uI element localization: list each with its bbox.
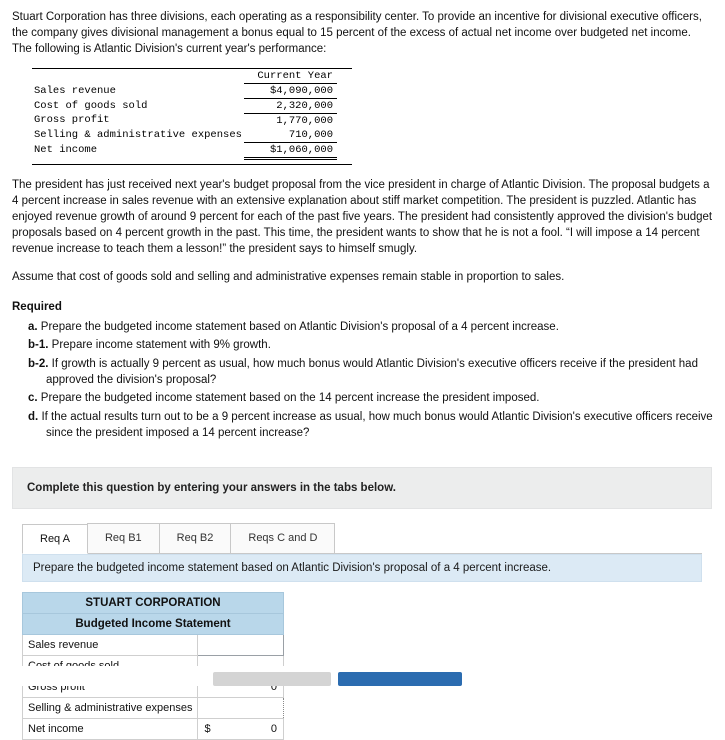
row-label-sales-revenue: Sales revenue <box>21 634 199 657</box>
table-row: Sales revenue $4,090,000 <box>32 83 337 98</box>
body-paragraph-2: The president has just received next yea… <box>12 178 713 255</box>
current-year-performance-table: Current Year Sales revenue $4,090,000 Co… <box>32 67 352 165</box>
current-year-table: Current Year Sales revenue $4,090,000 Co… <box>32 68 337 160</box>
required-item: c. Prepare the budgeted income statement… <box>12 390 713 406</box>
value-net-income: $ 0 <box>197 718 284 740</box>
tab-req-b2[interactable]: Req B2 <box>158 523 232 554</box>
row-value: 1,770,000 <box>243 112 337 128</box>
intro-paragraph: Stuart Corporation has three divisions, … <box>12 11 702 55</box>
tab-caption: Prepare the budgeted income statement ba… <box>22 554 702 583</box>
required-item: b-1. Prepare income statement with 9% gr… <box>12 337 713 353</box>
table-row: Net income $1,060,000 <box>32 141 337 160</box>
required-heading: Required <box>12 301 62 314</box>
header-spacer <box>32 69 244 84</box>
widget-banner: Complete this question by entering your … <box>12 467 712 510</box>
cell-value: 0 <box>270 723 277 736</box>
required-item: b-2. If growth is actually 9 percent as … <box>12 356 713 389</box>
statement-title-row: STUART CORPORATION <box>22 592 284 615</box>
input-selling-admin-expenses[interactable] <box>197 697 284 720</box>
table-row: Cost of goods sold 2,320,000 <box>32 97 337 114</box>
currency-symbol: $ <box>204 723 211 736</box>
question-widget: Complete this question by entering your … <box>12 467 712 740</box>
row-label-selling-admin-expenses: Selling & administrative expenses <box>21 697 199 720</box>
row-label-net-income: Net income <box>21 718 199 740</box>
required-item-marker: b-2. <box>28 357 49 370</box>
table-bottom-rule <box>32 163 352 165</box>
input-sales-revenue[interactable] <box>197 634 284 657</box>
statement-subtitle: Budgeted Income Statement <box>22 613 284 636</box>
required-item-text: If the actual results turn out to be a 9… <box>41 410 713 440</box>
table-row: Selling & administrative expenses <box>21 697 284 720</box>
statement-subtitle-row: Budgeted Income Statement <box>22 613 284 636</box>
footer-bar <box>0 666 725 686</box>
row-label: Gross profit <box>34 114 110 127</box>
tab-bar: Req A Req B1 Req B2 Reqs C and D <box>22 523 702 555</box>
table-row: Gross profit 1,770,000 <box>32 112 337 128</box>
current-year-header: Current Year <box>243 68 337 84</box>
required-item-marker: a. <box>28 321 38 334</box>
body-paragraph-3: Assume that cost of goods sold and selli… <box>12 271 565 284</box>
statement-title: STUART CORPORATION <box>22 592 284 615</box>
page-content: Stuart Corporation has three divisions, … <box>0 0 725 740</box>
row-label: Sales revenue <box>34 84 116 97</box>
required-item-marker: d. <box>28 410 39 423</box>
table-row: Selling & administrative expenses 710,00… <box>32 128 337 143</box>
required-item: a. Prepare the budgeted income statement… <box>12 319 713 335</box>
next-button[interactable] <box>338 672 462 686</box>
table-row: Net income $ 0 <box>21 718 284 740</box>
table-header-row: Current Year <box>32 68 337 84</box>
row-label: Selling & administrative expenses <box>34 128 242 141</box>
table-row: Sales revenue <box>21 634 284 657</box>
prev-button[interactable] <box>213 672 331 686</box>
row-value: $1,060,000 <box>243 141 337 160</box>
required-item-marker: c. <box>28 392 38 405</box>
required-item-text: If growth is actually 9 percent as usual… <box>46 357 698 387</box>
row-label: Cost of goods sold <box>34 99 148 112</box>
tab-req-b1[interactable]: Req B1 <box>86 523 160 554</box>
required-item: d. If the actual results turn out to be … <box>12 409 713 442</box>
row-value: 710,000 <box>288 128 333 141</box>
tab-req-a[interactable]: Req A <box>22 524 88 555</box>
required-list: a. Prepare the budgeted income statement… <box>12 319 713 441</box>
required-item-marker: b-1. <box>28 339 49 352</box>
required-item-text: Prepare income statement with 9% growth. <box>51 339 271 352</box>
row-value: 2,320,000 <box>243 97 337 114</box>
tab-reqs-c-and-d[interactable]: Reqs C and D <box>230 523 336 554</box>
required-item-text: Prepare the budgeted income statement ba… <box>40 392 540 405</box>
required-item-text: Prepare the budgeted income statement ba… <box>40 321 559 334</box>
row-value: $4,090,000 <box>269 84 333 97</box>
row-label: Net income <box>34 144 98 157</box>
